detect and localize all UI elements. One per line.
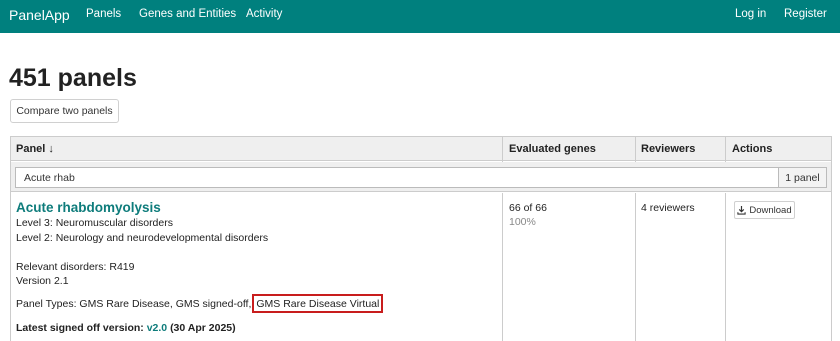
nav-activity[interactable]: Activity (246, 8, 282, 20)
panel-column-header[interactable]: Panel ↓ (16, 143, 54, 155)
panel-types: Panel Types: GMS Rare Disease, GMS signe… (16, 294, 384, 313)
download-icon (737, 205, 747, 215)
top-navbar: PanelApp Panels Genes and Entities Activ… (0, 0, 840, 33)
brand-logo[interactable]: PanelApp (9, 7, 70, 23)
panels-table: Panel ↓ Evaluated genes Reviewers Action… (10, 136, 832, 341)
column-divider (502, 137, 503, 162)
highlighted-panel-type: GMS Rare Disease Virtual (252, 294, 384, 313)
filter-row: 1 panel (11, 162, 831, 192)
nav-register[interactable]: Register (784, 8, 827, 20)
signed-off-label: Latest signed off version: (16, 322, 144, 334)
column-divider (502, 193, 503, 341)
panel-version: Version 2.1 (16, 275, 69, 287)
reviewers-count: 4 reviewers (641, 202, 695, 214)
column-divider (725, 137, 726, 162)
signed-off-date: (30 Apr 2025) (170, 322, 236, 334)
evaluated-genes-percent: 100% (509, 216, 536, 228)
sort-down-icon: ↓ (48, 143, 54, 155)
panel-level3: Level 3: Neuromuscular disorders (16, 217, 173, 229)
actions-header: Actions (732, 143, 773, 155)
relevant-disorders: Relevant disorders: R419 (16, 261, 135, 273)
evaluated-genes-header[interactable]: Evaluated genes (509, 143, 596, 155)
nav-panels[interactable]: Panels (86, 8, 121, 20)
column-divider (635, 137, 636, 162)
panel-header-label: Panel (16, 143, 46, 155)
filter-result-count: 1 panel (778, 167, 827, 188)
column-divider (635, 193, 636, 341)
panel-filter-input[interactable] (15, 167, 779, 188)
panel-name-link[interactable]: Acute rhabdomyolysis (16, 200, 161, 215)
compare-panels-button[interactable]: Compare two panels (10, 99, 119, 123)
page-title: 451 panels (9, 64, 137, 92)
panel-types-text: Panel Types: GMS Rare Disease, GMS signe… (16, 298, 252, 310)
reviewers-header[interactable]: Reviewers (641, 143, 695, 155)
nav-genes-and-entities[interactable]: Genes and Entities (139, 8, 236, 20)
signed-off-version-link[interactable]: v2.0 (147, 322, 167, 334)
table-header: Panel ↓ Evaluated genes Reviewers Action… (11, 137, 831, 161)
panel-level2: Level 2: Neurology and neurodevelopmenta… (16, 232, 269, 244)
latest-signed-off: Latest signed off version: v2.0 (30 Apr … (16, 322, 236, 334)
nav-log-in[interactable]: Log in (735, 8, 766, 20)
evaluated-genes-count: 66 of 66 (509, 202, 547, 214)
download-button[interactable]: Download (734, 201, 795, 219)
download-label: Download (749, 204, 792, 216)
column-divider (725, 193, 726, 341)
